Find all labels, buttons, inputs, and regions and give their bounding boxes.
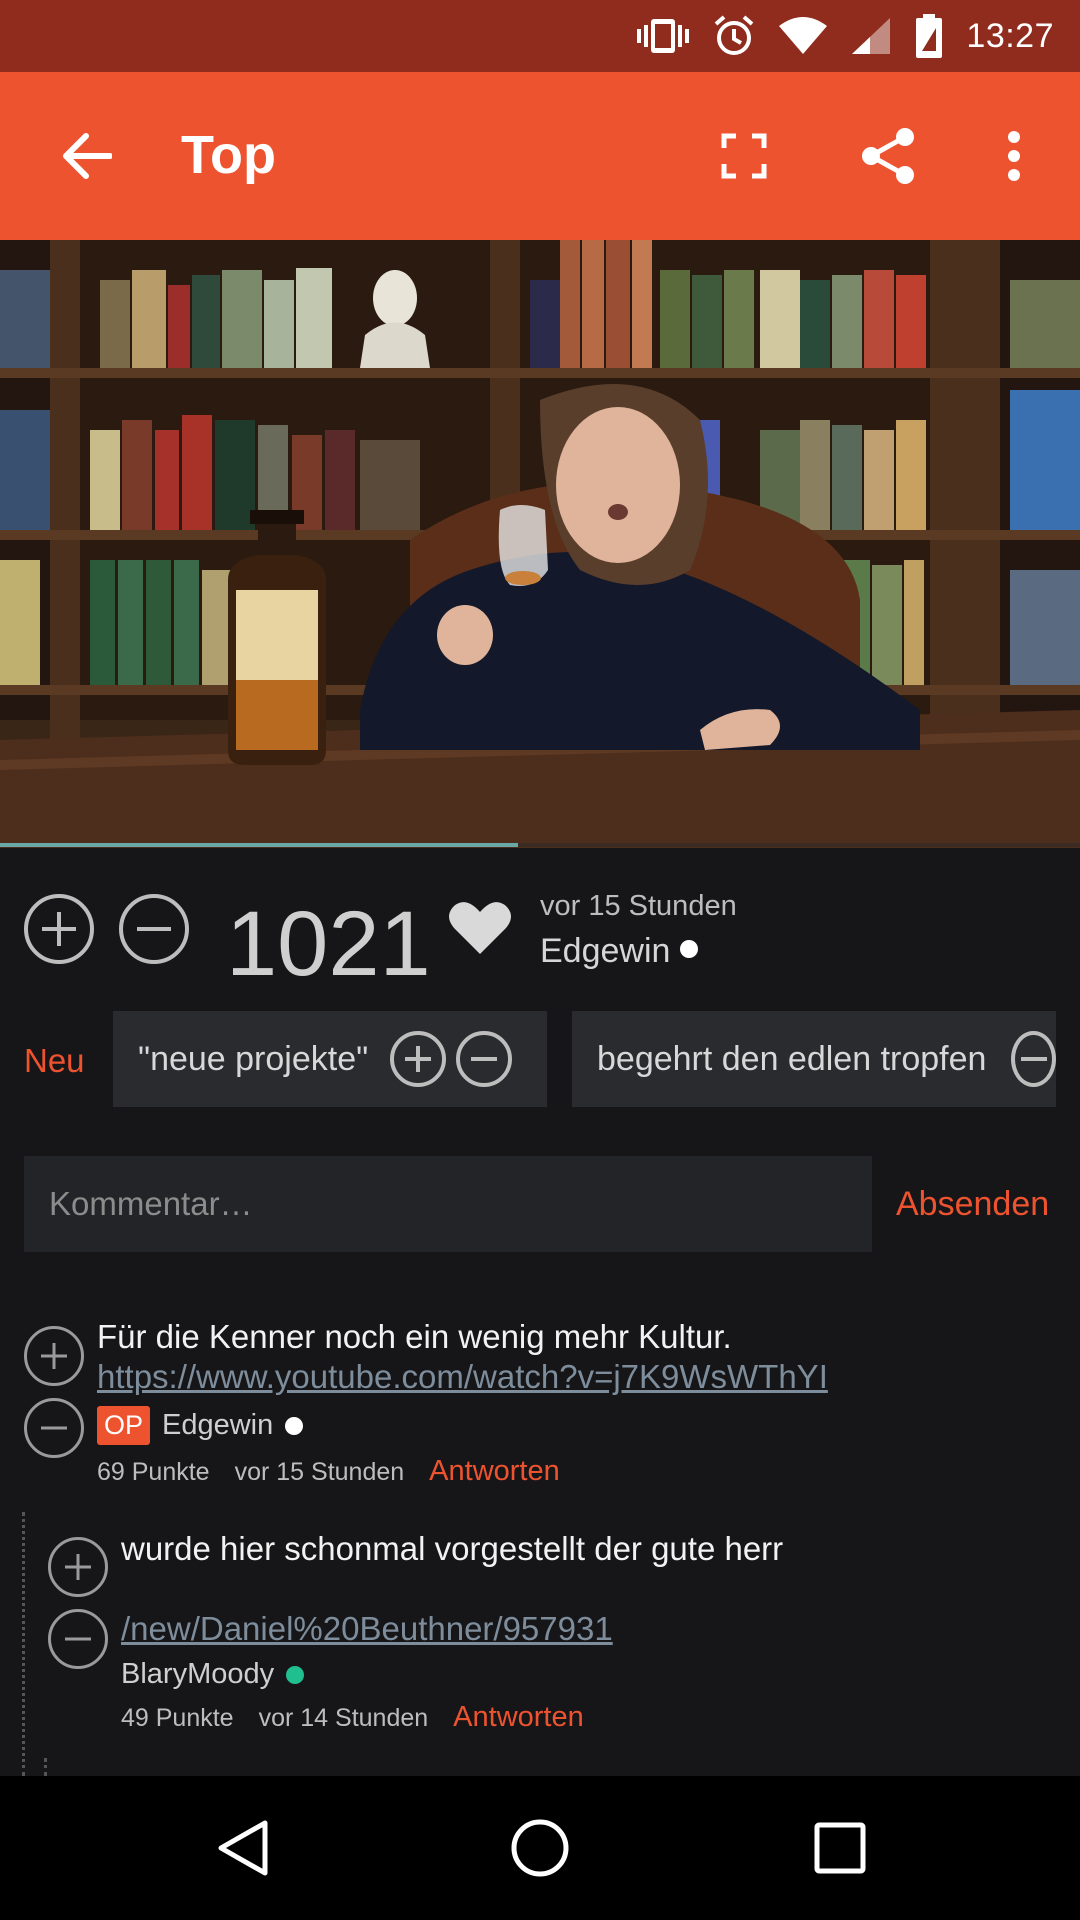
comment-text: wurde hier schonmal vorgestellt der gute… [121,1530,784,1567]
post-vote-row: 1021 vor 15 Stunden Edgewin [0,870,1080,1000]
vibrate-icon [636,16,690,56]
comment-author[interactable]: Edgewin [162,1409,273,1442]
back-arrow-icon [63,133,112,179]
user-status-dot [286,1665,305,1684]
comment-points: 49 Punkte [121,1704,234,1732]
more-vert-icon [1008,131,1020,181]
app-bar: Top [0,72,1080,240]
comment-points: 69 Punkte [97,1458,210,1486]
minus-icon [137,927,171,931]
send-button[interactable]: Absenden [896,1185,1049,1224]
video-player[interactable] [0,240,1080,848]
tag-label: "neue projekte" [138,1039,369,1078]
new-tag-button[interactable]: Neu [24,1042,85,1080]
video-progress-fill [0,843,519,847]
minus-icon [471,1057,498,1061]
tag-upvote-button[interactable] [1011,1031,1056,1087]
tag-upvote-button[interactable] [390,1031,447,1087]
tag-label: begehrt den edlen tropfen [597,1039,987,1078]
comment-input[interactable]: Kommentar… [24,1156,872,1252]
share-icon [862,128,914,184]
comment-link[interactable]: https://www.youtube.com/watch?v=j7K9WsWT… [97,1358,1057,1396]
tag-downvote-button[interactable] [456,1031,513,1087]
plus-icon [65,1554,91,1580]
more-options-button[interactable] [972,114,1056,198]
plus-icon [42,912,76,946]
post-score: 1021 [226,893,431,995]
thread-line [44,1758,47,1776]
comment-item: Für die Kenner noch ein wenig mehr Kultu… [97,1318,1057,1488]
thread-line [22,1512,25,1776]
reply-button[interactable]: Antworten [453,1701,584,1734]
nav-back-button[interactable] [202,1808,282,1888]
op-badge: OP [97,1406,151,1445]
tag-chip[interactable]: "neue projekte" [113,1011,547,1107]
comment-link[interactable]: /new/Daniel%20Beuthner/957931 [121,1610,1061,1648]
battery-icon [914,13,944,59]
comment-text: Für die Kenner noch ein wenig mehr Kultu… [97,1318,732,1355]
nav-home-button[interactable] [500,1808,580,1888]
minus-icon [1020,1057,1047,1061]
comment-upvote-button[interactable] [48,1537,108,1597]
wifi-icon [778,16,828,56]
signal-icon [850,16,892,56]
tag-chip[interactable]: begehrt den edlen tropfen [572,1011,1056,1107]
reply-button[interactable]: Antworten [429,1455,560,1488]
user-status-dot [680,940,699,958]
downvote-button[interactable] [119,894,189,964]
comment-time: vor 14 Stunden [258,1704,429,1732]
comment-input-placeholder: Kommentar… [49,1185,253,1222]
upvote-button[interactable] [24,894,94,964]
minus-icon [41,1426,67,1430]
fullscreen-button[interactable] [702,114,786,198]
video-progress-bar[interactable] [0,843,1080,847]
navigation-bar [0,1776,1080,1920]
comment-time: vor 15 Stunden [234,1458,405,1486]
favorite-button[interactable] [448,898,512,958]
comment-upvote-button[interactable] [24,1326,84,1386]
plus-icon [41,1343,67,1369]
back-button[interactable] [44,114,128,198]
nav-recents-button[interactable] [800,1808,880,1888]
video-frame [0,240,1080,848]
comment-downvote-button[interactable] [48,1609,108,1669]
nav-home-icon [511,1819,569,1877]
fullscreen-icon [721,133,767,179]
tags-row: Neu "neue projekte" begehrt den edlen tr… [0,1011,1080,1109]
minus-icon [65,1637,91,1641]
status-time: 13:27 [966,16,1054,55]
user-status-dot [285,1416,304,1435]
status-bar: 13:27 [0,0,1080,72]
share-button[interactable] [846,114,930,198]
heart-icon [449,902,511,954]
page-title: Top [181,125,276,185]
comment-item: wurde hier schonmal vorgestellt der gute… [121,1530,1061,1734]
post-author[interactable]: Edgewin [540,932,699,971]
comment-author[interactable]: BlaryMoody [121,1658,274,1691]
nav-recents-icon [814,1822,866,1874]
nav-back-icon [218,1820,268,1876]
post-time: vor 15 Stunden [540,890,737,922]
comment-downvote-button[interactable] [24,1398,84,1458]
post-author-name: Edgewin [540,932,671,970]
alarm-icon [712,14,756,58]
plus-icon [405,1046,432,1072]
